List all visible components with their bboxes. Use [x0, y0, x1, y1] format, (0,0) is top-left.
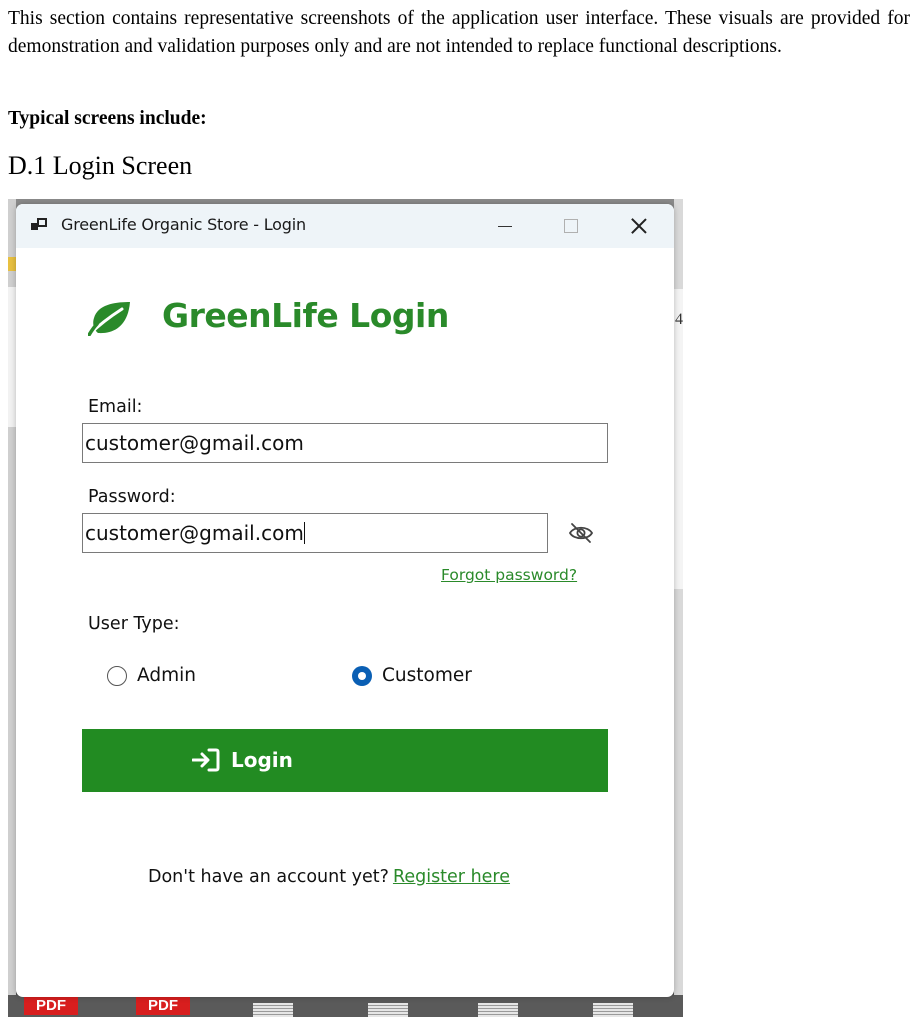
minimize-icon	[498, 225, 512, 227]
admin-radio[interactable]	[107, 666, 127, 686]
close-icon	[631, 218, 647, 234]
forgot-password-link[interactable]: Forgot password?	[441, 566, 577, 584]
title-bar[interactable]: GreenLife Organic Store - Login	[16, 204, 674, 248]
document-thumbnail	[478, 1003, 518, 1017]
background-taskbar: PDF PDF	[8, 995, 683, 1017]
login-screenshot: 4 PDF PDF GreenLife Organic Store - Logi…	[8, 199, 683, 1017]
customer-radio-label[interactable]: Customer	[382, 665, 472, 686]
maximize-button[interactable]	[538, 204, 604, 248]
intro-paragraph: This section contains representative scr…	[8, 8, 910, 57]
password-label: Password:	[88, 487, 176, 507]
login-window: GreenLife Organic Store - Login GreenLif…	[16, 204, 674, 997]
typical-screens-subheading: Typical screens include:	[8, 108, 207, 129]
close-button[interactable]	[606, 204, 672, 248]
email-label: Email:	[88, 397, 143, 417]
email-field[interactable]: customer@gmail.com	[82, 423, 608, 463]
brand-title: GreenLife Login	[162, 296, 449, 335]
minimize-button[interactable]	[472, 204, 538, 248]
background-digit: 4	[675, 311, 683, 328]
background-left-panel	[8, 287, 16, 427]
document-thumbnail	[368, 1003, 408, 1017]
password-field[interactable]: customer@gmail.com	[82, 513, 548, 553]
eye-slash-icon[interactable]	[568, 522, 594, 544]
app-window-icon	[31, 217, 49, 233]
user-type-label: User Type:	[88, 614, 180, 634]
register-prompt-text: Don't have an account yet?	[148, 867, 389, 887]
register-prompt: Don't have an account yet? Register here	[148, 867, 510, 887]
login-button-label: Login	[231, 748, 293, 772]
pdf-badge: PDF	[136, 997, 190, 1015]
background-right-panel	[674, 289, 683, 589]
customer-radio[interactable]	[352, 666, 372, 686]
pdf-badge: PDF	[24, 997, 78, 1015]
section-heading: D.1 Login Screen	[8, 151, 193, 180]
document-thumbnail	[253, 1003, 293, 1017]
document-thumbnail	[593, 1003, 633, 1017]
login-button[interactable]: Login	[82, 729, 608, 792]
register-link[interactable]: Register here	[393, 867, 510, 887]
password-value: customer@gmail.com	[85, 521, 304, 545]
sign-in-icon	[192, 748, 220, 772]
leaf-icon	[88, 302, 130, 336]
background-yellow-mark	[8, 257, 16, 271]
maximize-icon	[564, 219, 578, 233]
window-title: GreenLife Organic Store - Login	[61, 215, 306, 234]
text-caret	[303, 522, 305, 544]
admin-radio-label[interactable]: Admin	[137, 665, 196, 686]
